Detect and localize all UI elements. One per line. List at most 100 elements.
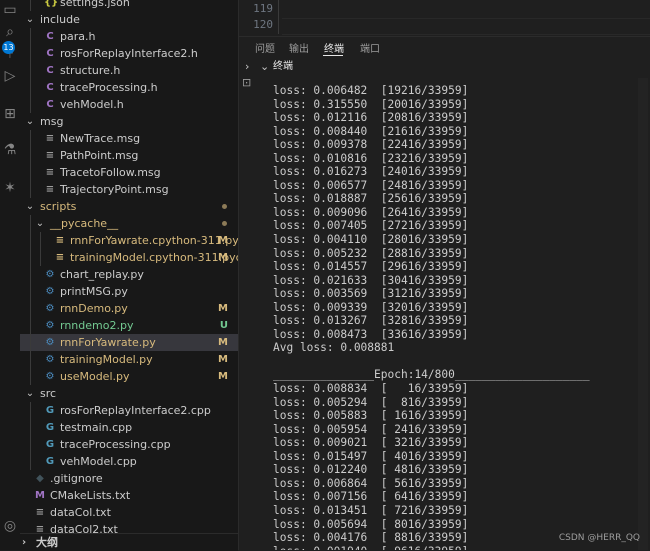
file-name: trainingModel.cpython-311.pyc bbox=[70, 251, 239, 264]
indent-guide bbox=[30, 419, 31, 436]
indent-guide bbox=[278, 0, 279, 34]
file-item[interactable]: M CMakeLists.txt bbox=[20, 487, 238, 504]
terminal-output[interactable]: loss: 0.006482 [19216/33959] loss: 0.3155… bbox=[273, 84, 643, 550]
terminal-line: loss: 0.005294 [ 816/33959] bbox=[273, 395, 469, 409]
terminal-line: loss: 0.006482 [19216/33959] bbox=[273, 84, 469, 97]
explorer-icon[interactable]: ▭ bbox=[0, 0, 20, 20]
file-name: rosForReplayInterface2.cpp bbox=[60, 404, 211, 417]
terminal-section-header[interactable]: › ⌄ 终端 bbox=[239, 58, 650, 76]
source-control-badge: 13 bbox=[2, 41, 15, 54]
indent-guide bbox=[30, 351, 31, 368]
search-icon[interactable]: ⌕ bbox=[0, 22, 20, 42]
file-item[interactable]: Cpara.h bbox=[20, 28, 238, 45]
chevron-down-icon[interactable]: ⌄ bbox=[34, 215, 46, 232]
terminal-line: loss: 0.005954 [ 2416/33959] bbox=[273, 422, 469, 436]
indent-guide bbox=[40, 232, 41, 249]
file-type-icon: ⚙ bbox=[45, 286, 55, 297]
file-name: settings.json bbox=[60, 0, 130, 9]
modified-dot-icon bbox=[222, 221, 227, 226]
file-item[interactable]: ≡ PathPoint.msg bbox=[20, 147, 238, 164]
file-item[interactable]: ◆ .gitignore bbox=[20, 470, 238, 487]
testing-icon[interactable]: ⚗ bbox=[0, 140, 20, 160]
folder-item[interactable]: ⌄ __pycache__ bbox=[20, 215, 238, 232]
folder-item[interactable]: ⌄ include bbox=[20, 11, 238, 28]
file-item[interactable]: GrosForReplayInterface2.cpp bbox=[20, 402, 238, 419]
terminal-line: loss: 0.010816 [23216/33959] bbox=[273, 151, 469, 165]
terminal-line: loss: 0.009339 [32016/33959] bbox=[273, 300, 469, 314]
file-type-icon: C bbox=[46, 65, 54, 76]
file-item[interactable]: ≡ TrajectoryPoint.msg bbox=[20, 181, 238, 198]
indent-guide bbox=[30, 300, 31, 317]
indent-guide bbox=[30, 232, 31, 249]
chevron-down-icon[interactable]: ⌄ bbox=[24, 385, 36, 402]
file-item[interactable]: ⚙ rnnForYawrate.py M bbox=[20, 334, 238, 351]
terminal-line: loss: 0.315550 [20016/33959] bbox=[273, 97, 469, 111]
indent-guide bbox=[30, 402, 31, 419]
chevron-down-icon[interactable]: ⌄ bbox=[24, 198, 36, 215]
file-item[interactable]: Gtestmain.cpp bbox=[20, 419, 238, 436]
file-type-icon: ≡ bbox=[45, 133, 55, 144]
file-item[interactable]: ≡ rnnForYawrate.cpython-311.pyc M bbox=[20, 232, 238, 249]
file-name: CMakeLists.txt bbox=[50, 489, 131, 502]
file-item[interactable]: ≡ NewTrace.msg bbox=[20, 130, 238, 147]
terminal-section-title: 终端 bbox=[273, 61, 293, 72]
file-item[interactable]: ≡ dataCol.txt bbox=[20, 504, 238, 521]
file-name: rosForReplayInterface2.h bbox=[60, 47, 198, 60]
explorer-sidebar: {} settings.json ⌄ include Cpara.h CrosForRep… bbox=[20, 0, 239, 550]
file-item[interactable]: Cstructure.h bbox=[20, 62, 238, 79]
indent-guide bbox=[30, 266, 31, 283]
indent-guide bbox=[40, 249, 41, 266]
chevron-down-icon[interactable]: ⌄ bbox=[24, 113, 36, 130]
terminal-line: loss: 0.007156 [ 6416/33959] bbox=[273, 490, 469, 504]
file-name: include bbox=[40, 13, 80, 26]
terminal-line: Avg loss: 0.008881 bbox=[273, 341, 395, 355]
file-item[interactable]: ⚙ useModel.py M bbox=[20, 368, 238, 385]
file-item[interactable]: CvehModel.h bbox=[20, 96, 238, 113]
file-item[interactable]: CrosForReplayInterface2.h bbox=[20, 45, 238, 62]
tab-ports[interactable]: 端口 bbox=[360, 40, 380, 55]
chevron-down-icon[interactable]: ⌄ bbox=[260, 58, 269, 76]
folder-item[interactable]: ⌄ msg bbox=[20, 113, 238, 130]
file-name: .gitignore bbox=[50, 472, 103, 485]
terminal-scrollbar[interactable] bbox=[638, 78, 648, 550]
file-item[interactable]: GtraceProcessing.cpp bbox=[20, 436, 238, 453]
file-item[interactable]: ⚙ chart_replay.py bbox=[20, 266, 238, 283]
extensions-icon[interactable]: ⊞ bbox=[0, 104, 20, 124]
file-item[interactable]: ≡ TracetoFollow.msg bbox=[20, 164, 238, 181]
file-item[interactable]: ⚙ rnndemo2.py U bbox=[20, 317, 238, 334]
indent-guide bbox=[30, 28, 31, 45]
activity-bar: ▭ ⌕ ⑂ 13 ▷ ⊞ ⚗ ✶ ◎ bbox=[0, 0, 20, 550]
editor-area[interactable]: 119 120 bbox=[239, 0, 650, 37]
active-tab-indicator bbox=[323, 55, 343, 56]
terminal-line: loss: 0.009096 [26416/33959] bbox=[273, 205, 469, 219]
file-item[interactable]: ⚙ trainingModel.py M bbox=[20, 351, 238, 368]
folder-item[interactable]: ⌄ scripts bbox=[20, 198, 238, 215]
file-type-icon: ⚙ bbox=[45, 371, 55, 382]
tab-output[interactable]: 输出 bbox=[289, 40, 309, 55]
file-item[interactable]: CtraceProcessing.h bbox=[20, 79, 238, 96]
outline-section-header[interactable]: › 大纲 bbox=[20, 533, 238, 551]
file-item[interactable]: {} settings.json bbox=[20, 0, 238, 11]
file-name: rnnForYawrate.cpython-311.pyc bbox=[70, 234, 239, 247]
file-item[interactable]: ⚙ rnnDemo.py M bbox=[20, 300, 238, 317]
ros-icon[interactable]: ✶ bbox=[0, 178, 20, 198]
file-item[interactable]: GvehModel.cpp bbox=[20, 453, 238, 470]
indent-guide bbox=[30, 283, 31, 300]
terminal-line: loss: 0.004110 [28016/33959] bbox=[273, 233, 469, 247]
tab-terminal[interactable]: 终端 bbox=[324, 40, 344, 55]
git-status-badge: M bbox=[218, 337, 228, 348]
terminal-line: loss: 0.005232 [28816/33959] bbox=[273, 246, 469, 260]
terminal-tabs-icon[interactable]: ⊡ bbox=[242, 76, 251, 89]
chevron-down-icon[interactable]: ⌄ bbox=[24, 11, 36, 28]
tab-problems[interactable]: 问题 bbox=[255, 40, 275, 55]
indent-guide bbox=[30, 79, 31, 96]
indent-guide bbox=[30, 317, 31, 334]
chevron-right-icon[interactable]: › bbox=[245, 58, 249, 76]
account-icon[interactable]: ◎ bbox=[0, 516, 20, 536]
run-debug-icon[interactable]: ▷ bbox=[0, 66, 20, 86]
file-item[interactable]: ⚙ printMSG.py bbox=[20, 283, 238, 300]
folder-item[interactable]: ⌄ src bbox=[20, 385, 238, 402]
file-item[interactable]: ≡ trainingModel.cpython-311.pyc M bbox=[20, 249, 238, 266]
line-number: 120 bbox=[253, 18, 273, 31]
file-name: useModel.py bbox=[60, 370, 130, 383]
